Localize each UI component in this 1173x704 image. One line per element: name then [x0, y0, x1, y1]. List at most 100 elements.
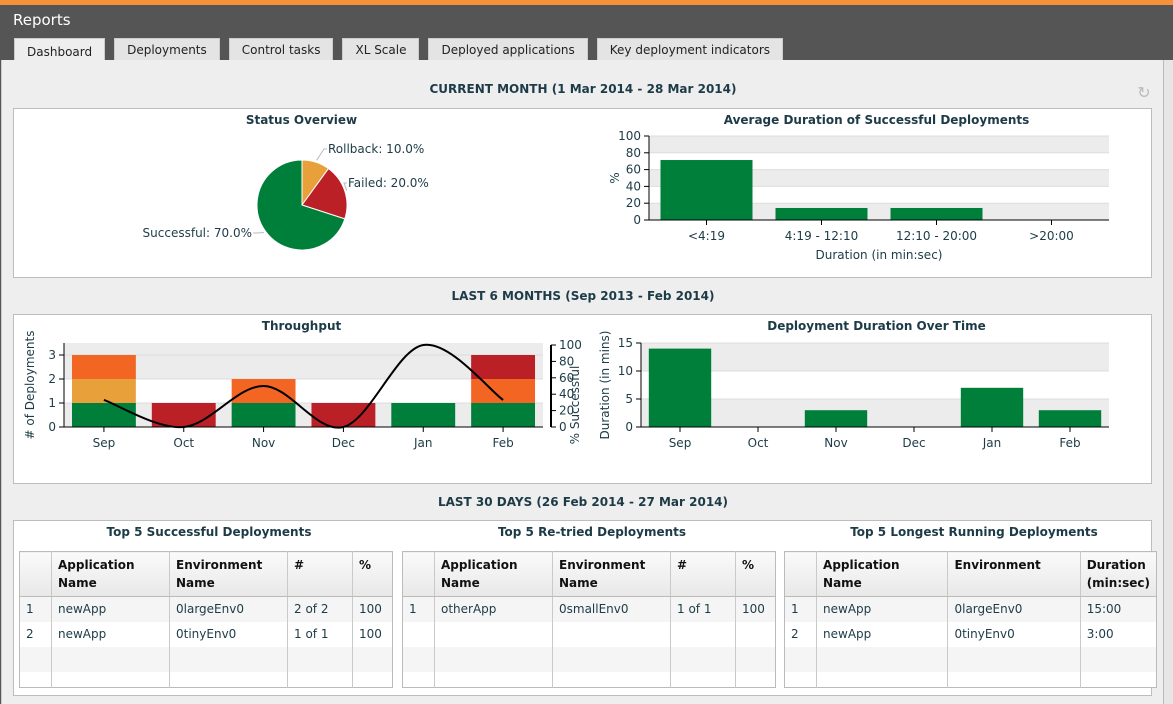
tab-control-tasks[interactable]: Control tasks	[228, 38, 334, 62]
y-axis-label: # of Deployments	[23, 331, 37, 440]
y2-tick-label: 0	[559, 420, 567, 434]
bar-successful-feb	[471, 403, 536, 427]
pie-label-failed: Failed: 20.0%	[348, 176, 429, 190]
col-application-name[interactable]: Application Name	[51, 551, 170, 597]
bar-0	[660, 160, 753, 220]
y2-tick-label: 100	[559, 338, 582, 352]
col-environment-name[interactable]: Environment Name	[552, 551, 671, 597]
col-rank[interactable]	[784, 551, 817, 597]
dashboard-content: CURRENT MONTH (1 Mar 2014 - 28 Mar 2014)…	[1, 60, 1163, 704]
col-application-name[interactable]: Application Name	[816, 551, 948, 597]
x-tick-label: 4:19 - 12:10	[785, 229, 859, 243]
y-axis-label: %	[608, 172, 622, 183]
tab-key-deployment-indicators[interactable]: Key deployment indicators	[596, 38, 784, 62]
col-count[interactable]: #	[287, 551, 353, 597]
table-row[interactable]: 1 newApp 0largeEnv0 2 of 2 100	[19, 596, 393, 622]
col-percent[interactable]: %	[352, 551, 393, 597]
x-tick-label: <4:19	[688, 229, 725, 243]
bar-retried-nov	[231, 379, 296, 403]
col-percent[interactable]: %	[735, 551, 776, 597]
bar-1	[775, 207, 868, 220]
last-30-days-panel: Top 5 Successful Deployments Application…	[13, 520, 1157, 696]
col-duration[interactable]: Duration (min:sec)	[1079, 551, 1157, 597]
pie-connector	[316, 148, 327, 161]
bar-failed-dec	[311, 403, 376, 427]
col-application-name[interactable]: Application Name	[434, 551, 553, 597]
x-tick-label: Jan	[982, 436, 1002, 450]
col-environment[interactable]: Environment	[947, 551, 1081, 597]
pie-label-rollback: Rollback: 10.0%	[328, 142, 424, 156]
top-longest-title: Top 5 Longest Running Deployments	[850, 525, 1098, 539]
grid-band	[64, 343, 543, 355]
table-row	[403, 621, 776, 647]
y-tick-label: 60	[626, 163, 641, 177]
vertical-scrollbar[interactable]	[1163, 60, 1173, 704]
x-tick-label: Sep	[93, 436, 116, 450]
x-tick-label: Jan	[413, 436, 433, 450]
table-row[interactable]: 2 newApp 0tinyEnv0 3:00	[785, 621, 1157, 647]
last-6-months-panel: Throughput 0 1 2 3 Sep Oct Nov Dec Jan Feb # of De…	[13, 314, 1152, 484]
tab-deployed-applications[interactable]: Deployed applications	[428, 38, 588, 62]
table-row	[402, 646, 776, 672]
grid-band	[649, 136, 1109, 153]
y-tick-label: 100	[618, 129, 641, 143]
bar-retried-sep	[71, 355, 136, 379]
bar-2	[890, 207, 983, 220]
y-tick-label: 1	[48, 396, 56, 410]
refresh-icon[interactable]: ↻	[1135, 84, 1153, 102]
y-tick-label: 3	[48, 348, 56, 362]
col-rank[interactable]	[19, 551, 52, 597]
y-tick-label: 5	[625, 392, 633, 406]
table-row	[20, 671, 393, 688]
bar-rollback-sep	[71, 379, 136, 403]
table-row[interactable]: 1 newApp 0largeEnv0 15:00	[784, 596, 1157, 622]
table-row[interactable]: 1 otherApp 0smallEnv0 1 of 1 100	[402, 596, 776, 622]
table-row	[403, 671, 776, 688]
y-tick-label: 0	[633, 213, 641, 227]
x-tick-label: 12:10 - 20:00	[896, 229, 977, 243]
x-tick-label: Oct	[748, 436, 769, 450]
section-last-30-days: LAST 30 DAYS (26 Feb 2014 - 27 Mar 2014)	[437, 495, 729, 509]
bar-2	[804, 410, 868, 427]
pie-label-successful: Successful: 70.0%	[143, 226, 252, 240]
tab-deployments[interactable]: Deployments	[114, 38, 220, 62]
y2-axis-label: % Successful	[568, 366, 582, 445]
tab-xl-scale[interactable]: XL Scale	[342, 38, 420, 62]
x-tick-label: Dec	[332, 436, 355, 450]
bar-failed-feb	[471, 355, 536, 379]
duration-over-time-chart: 0 5 10 15 Sep Oct Nov Dec Jan Feb Duration (in min…	[598, 331, 1109, 450]
x-tick-label: Feb	[492, 436, 513, 450]
bar-successful-nov	[231, 403, 296, 427]
y-tick-label: 40	[626, 179, 641, 193]
grid-band	[641, 343, 1109, 371]
top-successful-table: Application Name Environment Name # % 1n…	[19, 551, 393, 688]
x-tick-label: Dec	[902, 436, 925, 450]
y-tick-label: 80	[626, 146, 641, 160]
y-tick-label: 10	[618, 364, 633, 378]
x-tick-label: Feb	[1059, 436, 1080, 450]
y-tick-label: 2	[48, 372, 56, 386]
col-environment-name[interactable]: Environment Name	[169, 551, 288, 597]
col-rank[interactable]	[402, 551, 435, 597]
y-tick-label: 0	[625, 420, 633, 434]
y-axis-label: Duration (in mins)	[598, 331, 612, 440]
app-title: Reports	[13, 11, 71, 29]
y-tick-label: 15	[618, 336, 633, 350]
x-tick-label: Sep	[669, 436, 692, 450]
top-successful-title: Top 5 Successful Deployments	[106, 525, 312, 539]
status-overview-pie-chart: Rollback: 10.0% Failed: 20.0% Successful: …	[143, 142, 429, 251]
top-longest-table: Application Name Environment Duration (m…	[784, 551, 1157, 688]
x-tick-label: Nov	[252, 436, 275, 450]
y-tick-label: 0	[48, 420, 56, 434]
col-count[interactable]: #	[670, 551, 736, 597]
section-current-month: CURRENT MONTH (1 Mar 2014 - 28 Mar 2014)	[429, 82, 737, 96]
table-row[interactable]: 2 newApp 0tinyEnv0 1 of 1 100	[20, 621, 393, 647]
x-tick-label: >20:00	[1029, 229, 1074, 243]
table-row	[784, 646, 1157, 672]
bar-successful-jan	[391, 403, 456, 427]
bar-4	[960, 387, 1024, 427]
avg-duration-bar-chart: 0 20 40 60 80 100 <4:19 4:19 - 12:10 12:10 - 20:…	[608, 129, 1109, 262]
bar-5	[1038, 410, 1102, 427]
bar-0	[648, 348, 712, 427]
app-header: Reports Dashboard Deployments Control ta…	[0, 5, 1173, 64]
